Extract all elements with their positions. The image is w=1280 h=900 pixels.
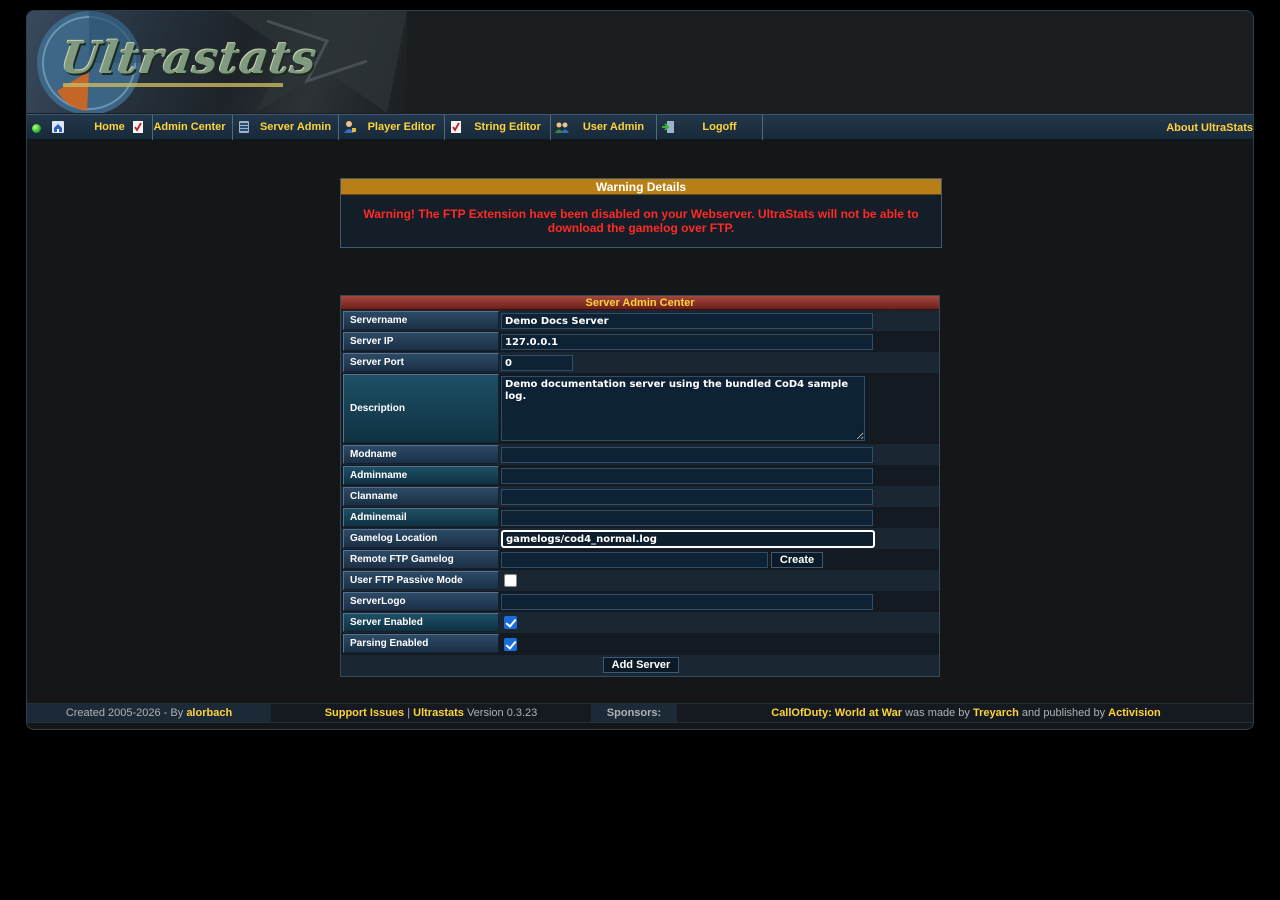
server-icon [239, 121, 249, 133]
remote-ftp-label: Remote FTP Gamelog Location [343, 550, 499, 582]
nav-label-admin-center: Admin Center [153, 121, 226, 133]
nav-label-server-admin: Server Admin [259, 121, 332, 133]
footer-made-by-text: was made by [905, 707, 970, 719]
nav-logoff[interactable]: Logoff [657, 115, 763, 140]
remote-ftp-input[interactable] [501, 552, 768, 568]
ftp-passive-checkbox[interactable] [504, 574, 517, 587]
form-row-server-enabled: Server Enabled [341, 612, 939, 633]
header: Ultrastats [27, 11, 1253, 114]
parsing-enabled-checkbox[interactable] [504, 638, 517, 651]
description-label: Description [343, 374, 499, 443]
nav-label-player-editor: Player Editor [367, 121, 436, 133]
footer-version: Version 0.3.23 [466, 707, 538, 719]
form-row-server-port: Server Port [341, 352, 939, 373]
create-button[interactable]: Create [771, 552, 823, 568]
servername-label: Servername [343, 311, 499, 330]
warning-title: Warning Details [341, 179, 941, 195]
serverlogo-label: ServerLogo [343, 592, 499, 611]
nav-label-user-admin: User Admin [582, 121, 645, 133]
nav-server-admin[interactable]: Server Admin [233, 115, 339, 140]
user-icon [344, 121, 356, 133]
footer-game-credit: CallOfDuty: World at War was made by Tre… [677, 704, 1253, 722]
footer-support: Support Issues | Ultrastats Version 0.3.… [271, 704, 591, 722]
footer-created-text: Created 2005-2026 - By [65, 707, 184, 719]
nav-label-logoff: Logoff [702, 121, 737, 133]
server-port-input[interactable] [501, 355, 573, 371]
footer: Created 2005-2026 - By alorbach Support … [27, 703, 1253, 723]
status-dot-icon [32, 124, 41, 133]
form-title: Server Admin Center [341, 296, 939, 310]
serverlogo-input[interactable] [501, 594, 873, 610]
ftp-passive-label: User FTP Passive Mode [343, 571, 499, 590]
support-issues-link[interactable]: Support Issues [325, 707, 404, 719]
clanname-label: Clanname [343, 487, 499, 506]
form-row-clanname: Clanname [341, 486, 939, 507]
footer-sponsors-label: Sponsors: [591, 704, 677, 722]
nav-player-editor[interactable]: Player Editor [339, 115, 445, 140]
gamelog-location-label: Gamelog Location [343, 529, 499, 548]
adminname-input[interactable] [501, 468, 873, 484]
users-icon [555, 122, 569, 133]
nav-about-link[interactable]: About UltraStats [1163, 122, 1253, 134]
form-row-ftp-passive: User FTP Passive Mode [341, 570, 939, 591]
document-icon [451, 121, 461, 133]
game-link[interactable]: CallOfDuty: World at War [771, 707, 902, 719]
main-nav: Home Admin Center Server Admin Player Ed… [27, 114, 1253, 140]
adminemail-label: Adminemail [343, 508, 499, 527]
server-port-label: Server Port [343, 353, 499, 372]
clanname-input[interactable] [501, 489, 873, 505]
parsing-enabled-label: Parsing Enabled [343, 634, 499, 653]
nav-admin-center[interactable]: Admin Center [127, 115, 233, 140]
form-row-gamelog-location: Gamelog Location [341, 528, 939, 549]
server-enabled-label: Server Enabled [343, 613, 499, 632]
home-icon [52, 121, 64, 133]
logout-icon [662, 121, 674, 133]
form-row-remote-ftp: Remote FTP Gamelog Location Create [341, 549, 939, 582]
page-frame: Ultrastats Home Admin Center Server Admi… [26, 10, 1254, 730]
add-server-button[interactable]: Add Server [603, 657, 679, 673]
footer-published-text: and published by [1021, 707, 1106, 719]
ultrastats-logo[interactable]: Ultrastats [27, 11, 407, 113]
description-textarea[interactable]: Demo documentation server using the bund… [501, 376, 865, 441]
ultrastats-link[interactable]: Ultrastats [413, 707, 464, 719]
footer-separator: | [407, 707, 411, 719]
form-row-server-ip: Server IP [341, 331, 939, 352]
nav-user-admin[interactable]: User Admin [551, 115, 657, 140]
warning-message: Warning! The FTP Extension have been dis… [363, 207, 919, 235]
document-icon [133, 121, 143, 133]
form-row-parsing-enabled: Parsing Enabled [341, 633, 939, 655]
servername-input[interactable] [501, 313, 873, 329]
logo-text: Ultrastats [57, 33, 321, 84]
server-ip-input[interactable] [501, 334, 873, 350]
form-row-description: Description Demo documentation server us… [341, 373, 939, 444]
form-row-modname: Modname [341, 444, 939, 465]
modname-label: Modname [343, 445, 499, 464]
gamelog-location-input[interactable] [501, 530, 875, 548]
adminname-label: Adminname [343, 466, 499, 485]
footer-author-link[interactable]: alorbach [186, 707, 232, 719]
nav-string-editor[interactable]: String Editor [445, 115, 551, 140]
developer-link[interactable]: Treyarch [973, 707, 1019, 719]
warning-box: Warning Details Warning! The FTP Extensi… [340, 178, 942, 248]
modname-input[interactable] [501, 447, 873, 463]
footer-credit: Created 2005-2026 - By alorbach [27, 704, 271, 722]
server-enabled-checkbox[interactable] [504, 616, 517, 629]
server-ip-label: Server IP [343, 332, 499, 351]
nav-label-string-editor: String Editor [474, 121, 541, 133]
form-row-adminname: Adminname [341, 465, 939, 486]
form-row-servername: Servername [341, 310, 939, 331]
form-row-adminemail: Adminemail [341, 507, 939, 528]
publisher-link[interactable]: Activision [1108, 707, 1161, 719]
server-admin-form: Server Admin Center Servername Server IP… [340, 295, 940, 677]
form-row-serverlogo: ServerLogo [341, 591, 939, 612]
adminemail-input[interactable] [501, 510, 873, 526]
form-row-submit: Add Server [341, 655, 939, 676]
